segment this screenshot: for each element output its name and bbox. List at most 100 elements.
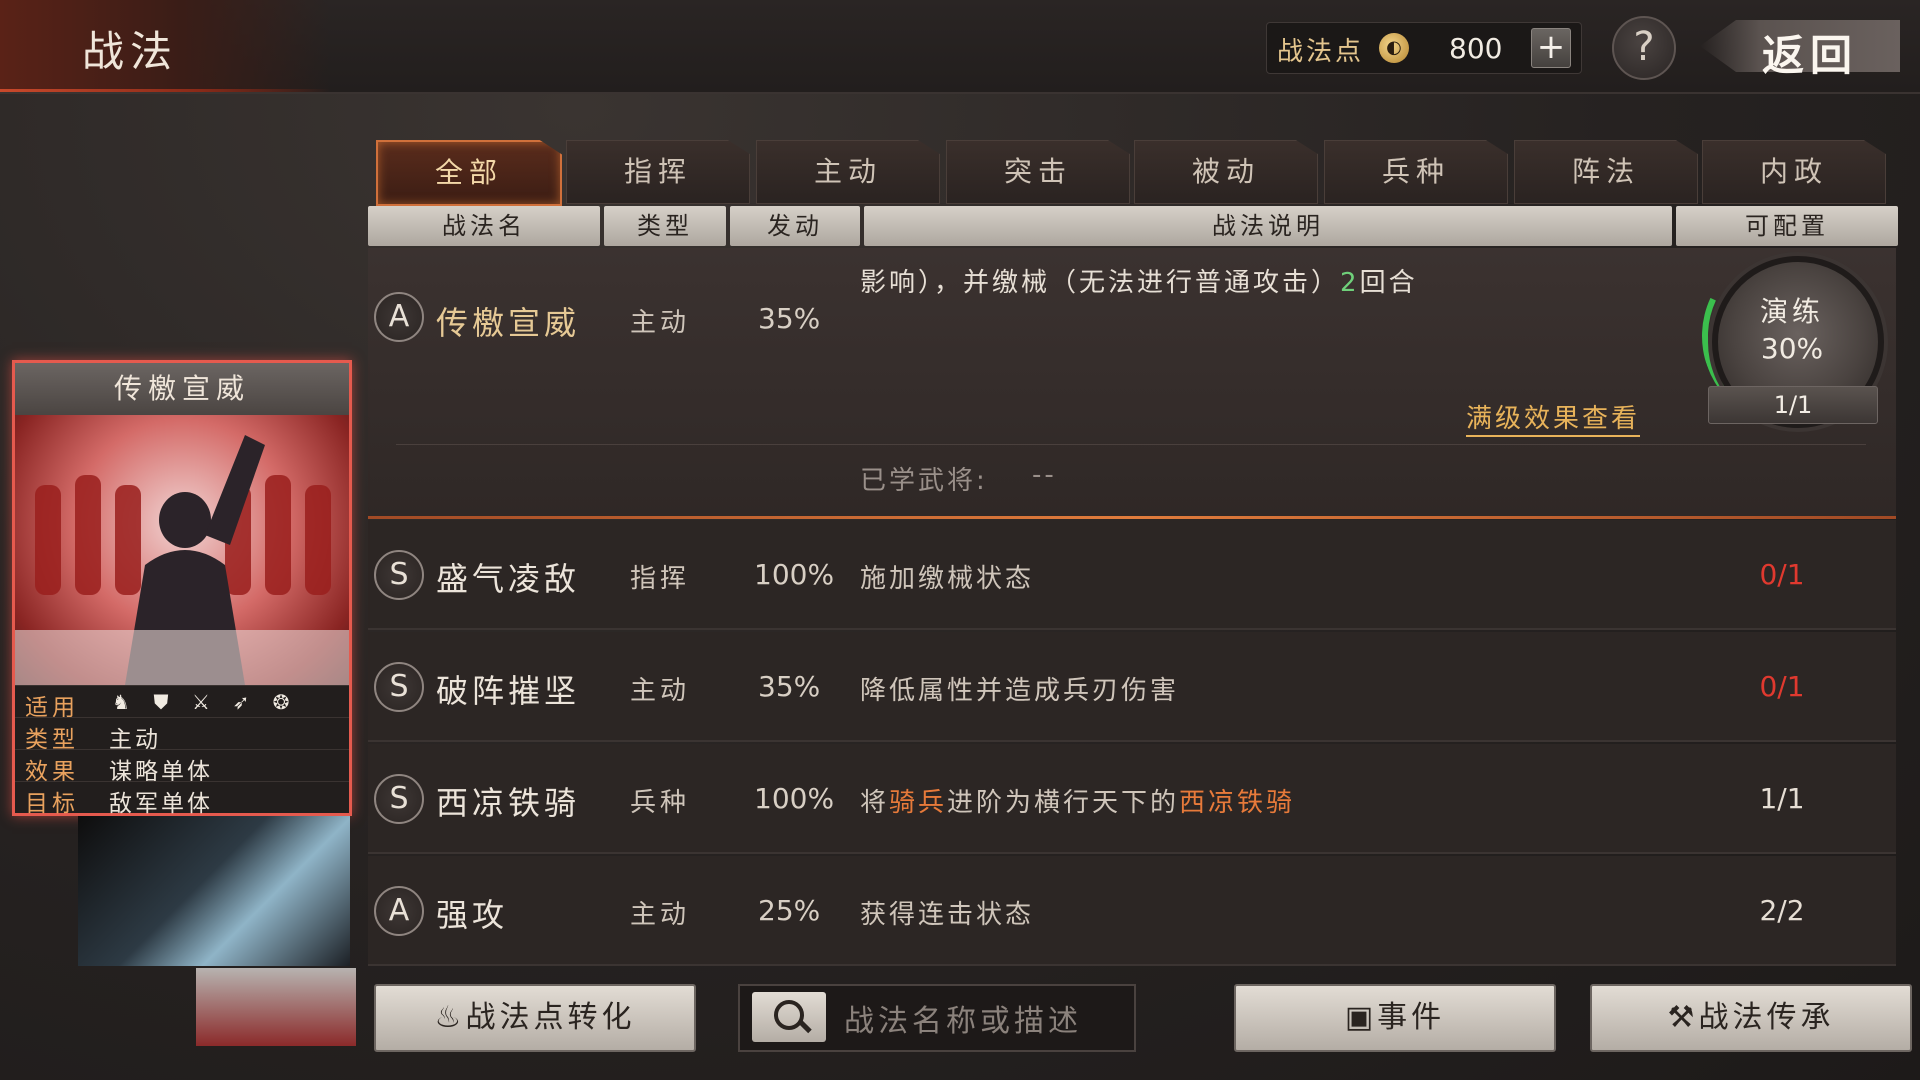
config-count: 0/1 (1759, 558, 1805, 591)
wheel-icon: ❂ (272, 690, 290, 714)
description-highlight: 骑兵 (889, 788, 948, 818)
skill-type: 主动 (630, 308, 691, 338)
skill-rate: 35% (758, 670, 821, 703)
skill-row[interactable]: S 破阵摧坚 主动 35% 降低属性并造成兵刃伤害 0/1 (368, 632, 1896, 742)
search-box[interactable]: 战法名称或描述 (738, 984, 1136, 1052)
config-count: 0/1 (1759, 670, 1805, 703)
skill-type: 指挥 (630, 564, 691, 594)
inherit-label: 战法传承 (1698, 1000, 1835, 1035)
event-button[interactable]: ▣事件 (1234, 984, 1556, 1052)
expanded-skill-row[interactable]: A 传檄宣威 主动 35% 影响），并缴械（无法进行普通攻击）2回合 满级效果查… (368, 248, 1896, 519)
header-type[interactable]: 类型 (604, 206, 726, 246)
skill-illustration-secondary (196, 968, 356, 1046)
max-effect-link[interactable]: 满级效果查看 (1466, 398, 1641, 437)
card-type-row: 类型 主动 (15, 717, 349, 753)
card-apply-row: 适用 ♞ ⛊ ⚔ ➶ ❂ (15, 685, 349, 721)
tab-active[interactable]: 主动 (756, 140, 940, 204)
description-highlight: 西凉铁骑 (1179, 788, 1296, 818)
skill-type: 主动 (630, 900, 691, 930)
skill-name: 破阵摧坚 (436, 672, 581, 710)
header-name[interactable]: 战法名 (368, 206, 600, 246)
skill-description: 降低属性并造成兵刃伤害 (860, 676, 1180, 706)
grade-badge: A (374, 292, 424, 342)
tab-passive[interactable]: 被动 (1134, 140, 1318, 204)
cavalry-icon: ♞ (112, 690, 130, 714)
skill-name: 强攻 (436, 896, 509, 934)
event-label: 事件 (1377, 1000, 1446, 1035)
grade-badge: S (374, 550, 424, 600)
inherit-button[interactable]: ⚒战法传承 (1590, 984, 1912, 1052)
crossed-weapons-icon: ⚔ (192, 690, 210, 714)
config-count: 2/2 (1759, 894, 1805, 927)
search-icon[interactable] (752, 992, 826, 1042)
grade-badge: S (374, 774, 424, 824)
back-button[interactable]: 返回 (1700, 12, 1900, 80)
skill-name: 西凉铁骑 (436, 784, 581, 822)
learned-generals-label: 已学武将: (860, 466, 988, 496)
learned-generals-value: -- (1032, 460, 1057, 490)
skill-list: A 传檄宣威 主动 35% 影响），并缴械（无法进行普通攻击）2回合 满级效果查… (368, 248, 1896, 968)
tab-all[interactable]: 全部 (376, 140, 562, 206)
skill-description: 施加缴械状态 (860, 564, 1035, 594)
tab-formation[interactable]: 阵法 (1514, 140, 1698, 204)
config-count: 1/1 (1759, 782, 1805, 815)
tab-internal[interactable]: 内政 (1702, 140, 1886, 204)
bow-icon: ➶ (232, 690, 250, 714)
title-banner: 战法 (0, 0, 330, 92)
shield-icon: ⛊ (153, 690, 169, 714)
card-effect-row: 效果 谋略单体 (15, 749, 349, 785)
skill-rate: 35% (758, 302, 821, 335)
description-suffix: 回合 (1359, 268, 1418, 298)
description-number: 2 (1340, 268, 1360, 298)
skill-row[interactable]: S 盛气凌敌 指挥 100% 施加缴械状态 0/1 (368, 520, 1896, 630)
card-artwork (15, 415, 349, 685)
header-desc: 战法说明 (864, 206, 1672, 246)
training-label: 演练 (1759, 295, 1824, 328)
grade-badge: A (374, 886, 424, 936)
convert-points-button[interactable]: ♨战法点转化 (374, 984, 696, 1052)
skill-type: 兵种 (630, 788, 691, 818)
description-text: 进阶为横行天下的 (947, 788, 1180, 818)
skill-description: 获得连击状态 (860, 900, 1035, 930)
header-config[interactable]: 可配置 (1676, 206, 1898, 246)
divider (396, 444, 1866, 445)
help-button[interactable]: ? (1612, 16, 1676, 80)
training-count: 1/1 (1708, 386, 1878, 424)
tactic-points-box: 战法点 ◐ 800 + (1266, 22, 1582, 74)
skill-description: 影响），并缴械（无法进行普通攻击）2回合 (860, 262, 1418, 299)
card-info: 适用 ♞ ⛊ ⚔ ➶ ❂ 类型 主动 效果 谋略单体 目标 敌军单体 (15, 685, 349, 817)
back-button-label: 返回 (1762, 31, 1859, 80)
training-percent: 30% (1760, 332, 1824, 365)
hammer-icon: ⚒ (1667, 1000, 1699, 1035)
search-input[interactable]: 战法名称或描述 (844, 996, 1082, 1040)
skill-rate: 100% (754, 558, 835, 591)
skill-row[interactable]: S 西凉铁骑 兵种 100% 将骑兵进阶为横行天下的西凉铁骑 1/1 (368, 744, 1896, 854)
skill-name: 传檄宣威 (436, 304, 581, 342)
top-bar: 战法 战法点 ◐ 800 + ? 返回 (0, 0, 1920, 94)
target-key: 目标 (25, 791, 79, 817)
convert-points-label: 战法点转化 (465, 1000, 636, 1035)
skill-illustration (78, 816, 350, 966)
fire-icon: ♨ (434, 1000, 466, 1035)
tab-command[interactable]: 指挥 (566, 140, 750, 204)
skill-row[interactable]: A 强攻 主动 25% 获得连击状态 2/2 (368, 856, 1896, 966)
grade-badge: S (374, 662, 424, 712)
skill-rate: 25% (758, 894, 821, 927)
event-icon: ▣ (1344, 1000, 1378, 1035)
skill-name: 盛气凌敌 (436, 560, 581, 598)
page-title: 战法 (82, 27, 179, 76)
card-art-figures (15, 435, 349, 685)
tab-troop[interactable]: 兵种 (1324, 140, 1508, 204)
skill-type: 主动 (630, 676, 691, 706)
tactic-points-label: 战法点 (1277, 37, 1365, 67)
tab-assault[interactable]: 突击 (946, 140, 1130, 204)
target-value: 敌军单体 (109, 791, 213, 817)
tactic-points-value: 800 (1449, 32, 1503, 65)
skill-description: 将骑兵进阶为横行天下的西凉铁骑 (860, 782, 1295, 819)
skill-card: 传檄宣威 适用 ♞ ⛊ ⚔ ➶ ❂ 类型 主动 效果 谋略单体 目标 敌军单体 (12, 360, 352, 817)
add-points-button[interactable]: + (1531, 28, 1571, 68)
tactic-points-icon: ◐ (1379, 33, 1409, 63)
card-target-row: 目标 敌军单体 (15, 781, 349, 817)
header-rate[interactable]: 发动 (730, 206, 860, 246)
description-text: 将 (860, 788, 890, 818)
